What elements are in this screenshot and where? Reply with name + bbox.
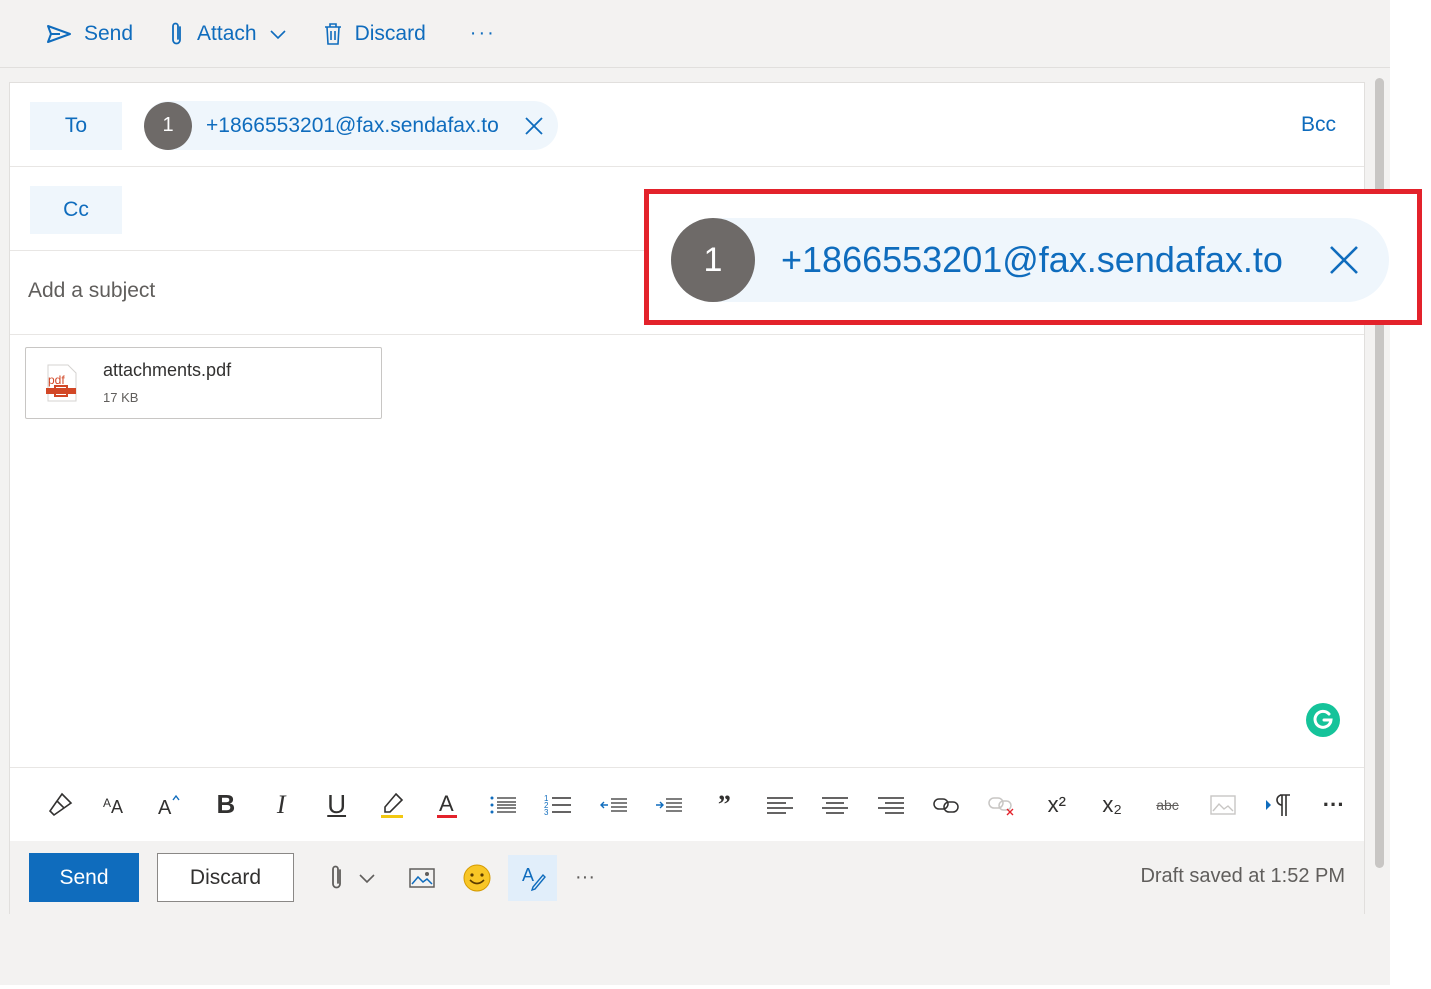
format-painter-button[interactable]	[32, 785, 87, 825]
insert-picture-inline-button[interactable]	[1195, 785, 1250, 825]
insert-link-button[interactable]	[918, 785, 973, 825]
send-icon	[47, 24, 71, 43]
formatting-toolbar: AA A B I U A 123 ” x² x₂ abc ···	[10, 767, 1364, 841]
emoji-button[interactable]	[456, 855, 498, 901]
more-commands-button[interactable]: ···	[470, 22, 496, 45]
svg-text:A: A	[522, 865, 534, 885]
font-color-icon: A	[437, 791, 458, 818]
superscript-button[interactable]: x²	[1029, 785, 1084, 825]
grow-font-icon: A	[158, 794, 181, 818]
paperclip-icon	[332, 865, 341, 888]
insert-picture-button[interactable]	[402, 855, 442, 901]
numbering-icon: 123	[544, 794, 572, 817]
attach-file-button[interactable]	[320, 855, 354, 901]
chevron-down-icon	[270, 29, 286, 39]
increase-indent-button[interactable]	[641, 785, 696, 825]
attach-command-label: Attach	[197, 21, 257, 45]
draft-status: Draft saved at 1:52 PM	[1140, 865, 1345, 887]
strikethrough-button[interactable]: abc	[1140, 785, 1195, 825]
discard-command-label: Discard	[354, 21, 426, 45]
svg-text:A: A	[158, 797, 172, 818]
recipient-email: +1866553201@fax.sendafax.to	[206, 113, 499, 137]
callout-recipient-chip: 1 +1866553201@fax.sendafax.to	[671, 218, 1389, 302]
discard-command[interactable]: Discard	[323, 22, 426, 46]
align-center-icon	[822, 796, 849, 814]
more-options-button[interactable]: ···	[575, 855, 595, 901]
action-bar: Send Discard A ··· Draft saved at 1:52 P…	[10, 841, 1364, 914]
remove-link-icon	[988, 796, 1014, 815]
emoji-icon	[463, 864, 491, 891]
image-icon	[409, 867, 435, 888]
cc-button[interactable]: Cc	[30, 186, 122, 234]
trash-icon	[324, 22, 341, 45]
grow-font-button[interactable]: A	[143, 785, 198, 825]
to-row: To 1 +1866553201@fax.sendafax.to Bcc	[10, 83, 1364, 167]
attach-command[interactable]: Attach	[169, 21, 287, 47]
align-left-button[interactable]	[752, 785, 807, 825]
attach-options-dropdown[interactable]	[354, 855, 380, 901]
bold-button[interactable]: B	[198, 785, 253, 825]
subject-input[interactable]: Add a subject	[28, 279, 155, 303]
attachment-card[interactable]: pdf attachments.pdf 17 KB	[25, 347, 382, 419]
grammarly-icon	[1313, 709, 1333, 729]
decrease-indent-button[interactable]	[586, 785, 641, 825]
underline-button[interactable]: U	[309, 785, 364, 825]
svg-text:A: A	[439, 791, 454, 816]
svg-text:A: A	[111, 797, 123, 817]
pdf-icon-label: pdf	[48, 373, 65, 387]
send-button[interactable]: Send	[29, 853, 139, 902]
font-size-button[interactable]: AA	[87, 785, 142, 825]
close-icon	[525, 116, 543, 135]
bullets-icon	[490, 796, 516, 813]
attachment-name: attachments.pdf	[103, 360, 232, 380]
pdf-file-icon: pdf	[44, 364, 78, 407]
send-command-label: Send	[84, 21, 134, 45]
remove-recipient-button[interactable]	[525, 116, 543, 135]
italic-button[interactable]: I	[254, 785, 309, 825]
editor-button[interactable]: A	[508, 854, 557, 901]
font-color-button[interactable]: A	[420, 785, 475, 825]
to-button[interactable]: To	[30, 102, 122, 150]
send-command[interactable]: Send	[46, 22, 133, 46]
chevron-down-icon	[359, 873, 375, 883]
numbering-button[interactable]: 123	[531, 785, 586, 825]
paragraph-direction-icon	[1266, 793, 1291, 816]
paperclip-icon	[172, 22, 181, 44]
attachment-size: 17 KB	[103, 390, 139, 405]
align-center-button[interactable]	[807, 785, 862, 825]
link-icon	[933, 797, 959, 813]
align-right-button[interactable]	[863, 785, 918, 825]
svg-text:3: 3	[544, 808, 549, 817]
callout-avatar: 1	[671, 218, 755, 302]
more-formatting-button[interactable]: ···	[1306, 785, 1361, 825]
remove-link-button[interactable]	[974, 785, 1029, 825]
command-bar: Send Attach Discard ···	[0, 0, 1390, 68]
bcc-button[interactable]: Bcc	[1301, 113, 1336, 137]
align-left-icon	[766, 796, 793, 814]
paintbrush-icon	[48, 792, 72, 816]
highlighter-icon	[381, 792, 404, 818]
avatar: 1	[144, 101, 192, 150]
subscript-button[interactable]: x₂	[1084, 785, 1139, 825]
align-right-icon	[877, 796, 904, 814]
picture-icon	[1210, 794, 1236, 815]
decrease-indent-icon	[599, 797, 627, 812]
callout-close-icon	[1329, 245, 1359, 275]
editor-icon: A	[522, 865, 546, 891]
recipient-chip[interactable]: 1 +1866553201@fax.sendafax.to	[144, 101, 558, 150]
callout-recipient-email: +1866553201@fax.sendafax.to	[781, 239, 1283, 280]
compose-window: Send Attach Discard ··· To 1 +1866553201…	[0, 0, 1390, 985]
grammarly-button[interactable]	[1306, 703, 1340, 737]
increase-indent-icon	[655, 797, 682, 812]
discard-button[interactable]: Discard	[157, 853, 294, 902]
highlight-button[interactable]	[364, 785, 419, 825]
svg-text:A: A	[103, 796, 111, 810]
ltr-button[interactable]	[1251, 785, 1306, 825]
quote-button[interactable]: ”	[697, 785, 752, 825]
zoom-callout: 1 +1866553201@fax.sendafax.to	[644, 189, 1422, 325]
bullets-button[interactable]	[475, 785, 530, 825]
font-size-icon: AA	[103, 796, 123, 817]
